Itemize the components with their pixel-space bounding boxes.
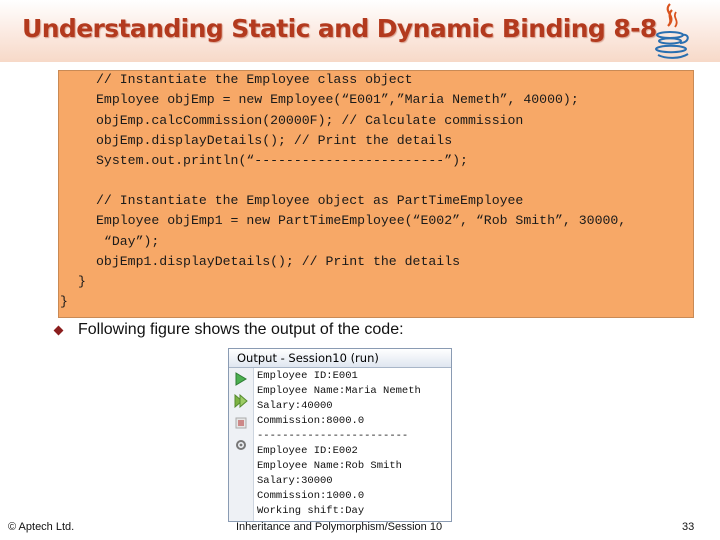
slide-title: Understanding Static and Dynamic Binding…	[22, 14, 657, 43]
code-line: // Instantiate the Employee class object	[96, 72, 413, 87]
output-tab-title: Output - Session10 (run)	[237, 351, 379, 365]
output-line: Salary:30000	[257, 475, 333, 487]
output-line: Working shift:Day	[257, 505, 365, 517]
output-line: Employee Name:Rob Smith	[257, 460, 402, 472]
output-line: ------------------------	[257, 430, 409, 442]
page-number: 33	[682, 521, 695, 533]
bullet-text: Following figure shows the output of the…	[78, 321, 404, 338]
code-line: Employee objEmp = new Employee(“E001”,”M…	[96, 92, 579, 107]
output-line: Employee ID:E002	[257, 445, 358, 457]
java-logo-icon	[655, 3, 689, 59]
code-line: objEmp.displayDetails(); // Print the de…	[96, 133, 453, 148]
output-toolbar	[229, 368, 254, 521]
code-line: }	[78, 274, 86, 289]
code-line: Employee objEmp1 = new PartTimeEmployee(…	[96, 213, 627, 228]
rerun-icon[interactable]	[234, 394, 248, 408]
code-line: // Instantiate the Employee object as Pa…	[96, 193, 524, 208]
output-window: Output - Session10 (run) Employee ID:E00…	[228, 348, 452, 522]
code-line: }	[60, 294, 68, 309]
settings-icon[interactable]	[234, 438, 248, 452]
code-line: “Day”);	[96, 234, 160, 249]
output-line: Commission:8000.0	[257, 415, 365, 427]
output-line: Commission:1000.0	[257, 490, 365, 502]
code-line: System.out.println(“--------------------…	[96, 153, 468, 168]
output-line: Salary:40000	[257, 400, 333, 412]
code-line: objEmp.calcCommission(20000F); // Calcul…	[96, 113, 524, 128]
footer-session: Inheritance and Polymorphism/Session 10	[236, 521, 443, 533]
output-line: Employee ID:E001	[257, 370, 358, 382]
title-bar: Understanding Static and Dynamic Binding…	[0, 0, 720, 62]
run-icon[interactable]	[234, 372, 248, 386]
code-line: objEmp1.displayDetails(); // Print the d…	[96, 254, 461, 269]
bullet-icon	[53, 325, 64, 336]
output-tab[interactable]: Output - Session10 (run)	[229, 349, 451, 368]
footer-copyright: © Aptech Ltd.	[8, 521, 75, 533]
stop-icon[interactable]	[234, 416, 248, 430]
output-line: Employee Name:Maria Nemeth	[257, 385, 421, 397]
